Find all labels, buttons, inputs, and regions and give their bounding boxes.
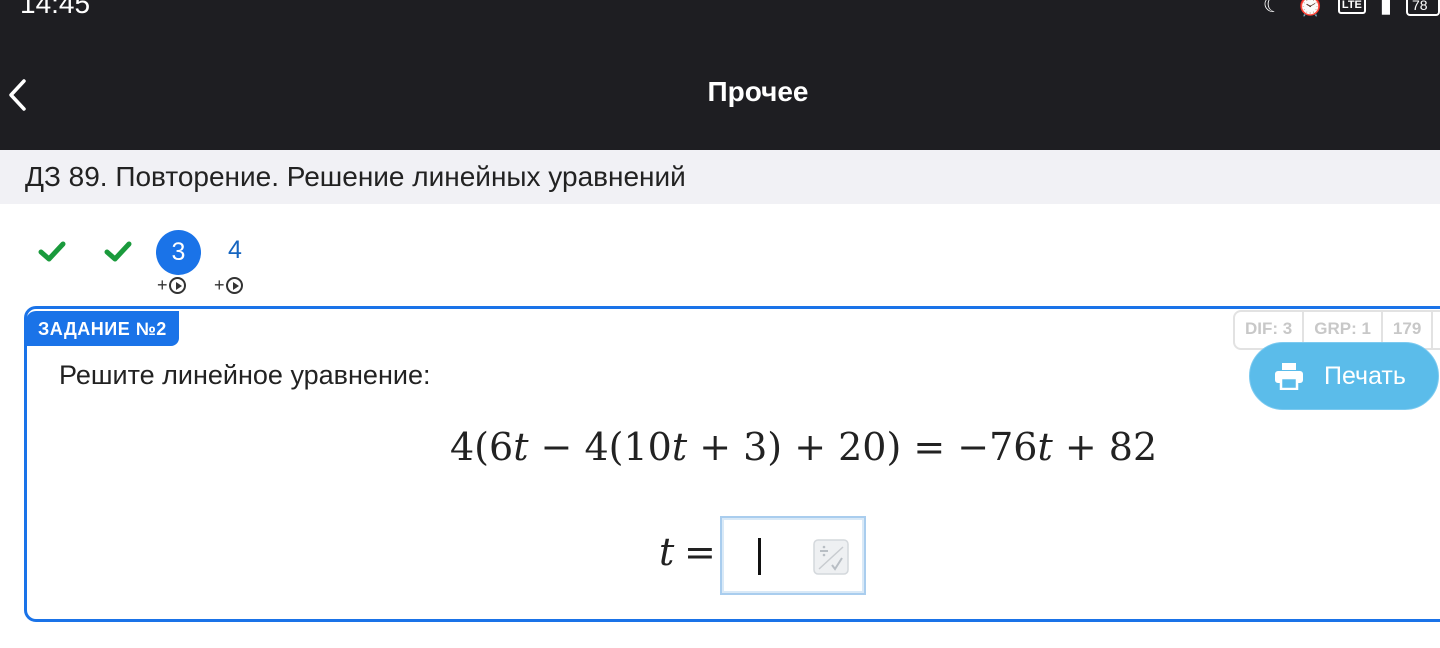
answer-variable: t <box>659 530 675 574</box>
battery-icon: 78 <box>1406 0 1440 16</box>
video-solution-badge[interactable]: + <box>157 275 186 296</box>
equation: 4(6t − 4(10t + 3) + 20) = −76t + 82 <box>450 425 1158 469</box>
print-button[interactable]: Печать <box>1249 342 1439 410</box>
check-icon[interactable] <box>104 240 132 264</box>
video-solution-badge[interactable]: + <box>214 275 243 296</box>
check-icon[interactable] <box>38 240 66 264</box>
play-icon <box>168 277 186 294</box>
status-time: 14:45 <box>20 0 91 19</box>
lte-badge: LTE <box>1337 0 1366 14</box>
answer-input[interactable] <box>720 516 866 595</box>
text-caret <box>758 538 761 575</box>
task-number-badge: ЗАДАНИЕ №2 <box>26 311 179 346</box>
task-prompt: Решите линейное уравнение: <box>59 360 431 390</box>
tab-task-3[interactable]: 3 <box>156 230 201 275</box>
play-icon <box>225 277 243 294</box>
nav-bar: Прочее <box>0 22 1440 150</box>
status-icons: ☾ ⏰ LTE ▮ 78 <box>1263 0 1440 18</box>
task-tabs: 3 4 + + <box>0 222 400 302</box>
print-label: Печать <box>1324 361 1406 390</box>
plus-label: + <box>214 275 225 295</box>
signal-icon: ▮ <box>1379 0 1392 17</box>
tab-task-4[interactable]: 4 <box>224 236 246 265</box>
math-keyboard-icon[interactable] <box>813 539 849 575</box>
assignment-header: ДЗ 89. Повторение. Решение линейных урав… <box>0 150 1440 204</box>
plus-label: + <box>157 275 168 295</box>
answer-equals: = <box>684 530 716 574</box>
do-not-disturb-icon: ☾ <box>1262 0 1283 17</box>
assignment-title: ДЗ 89. Повторение. Решение линейных урав… <box>25 161 686 192</box>
page-title: Прочее <box>707 76 809 107</box>
alarm-off-icon: ⏰ <box>1296 0 1324 17</box>
printer-icon <box>1275 363 1303 390</box>
status-bar: 14:45 ☾ ⏰ LTE ▮ 78 <box>0 0 1440 22</box>
